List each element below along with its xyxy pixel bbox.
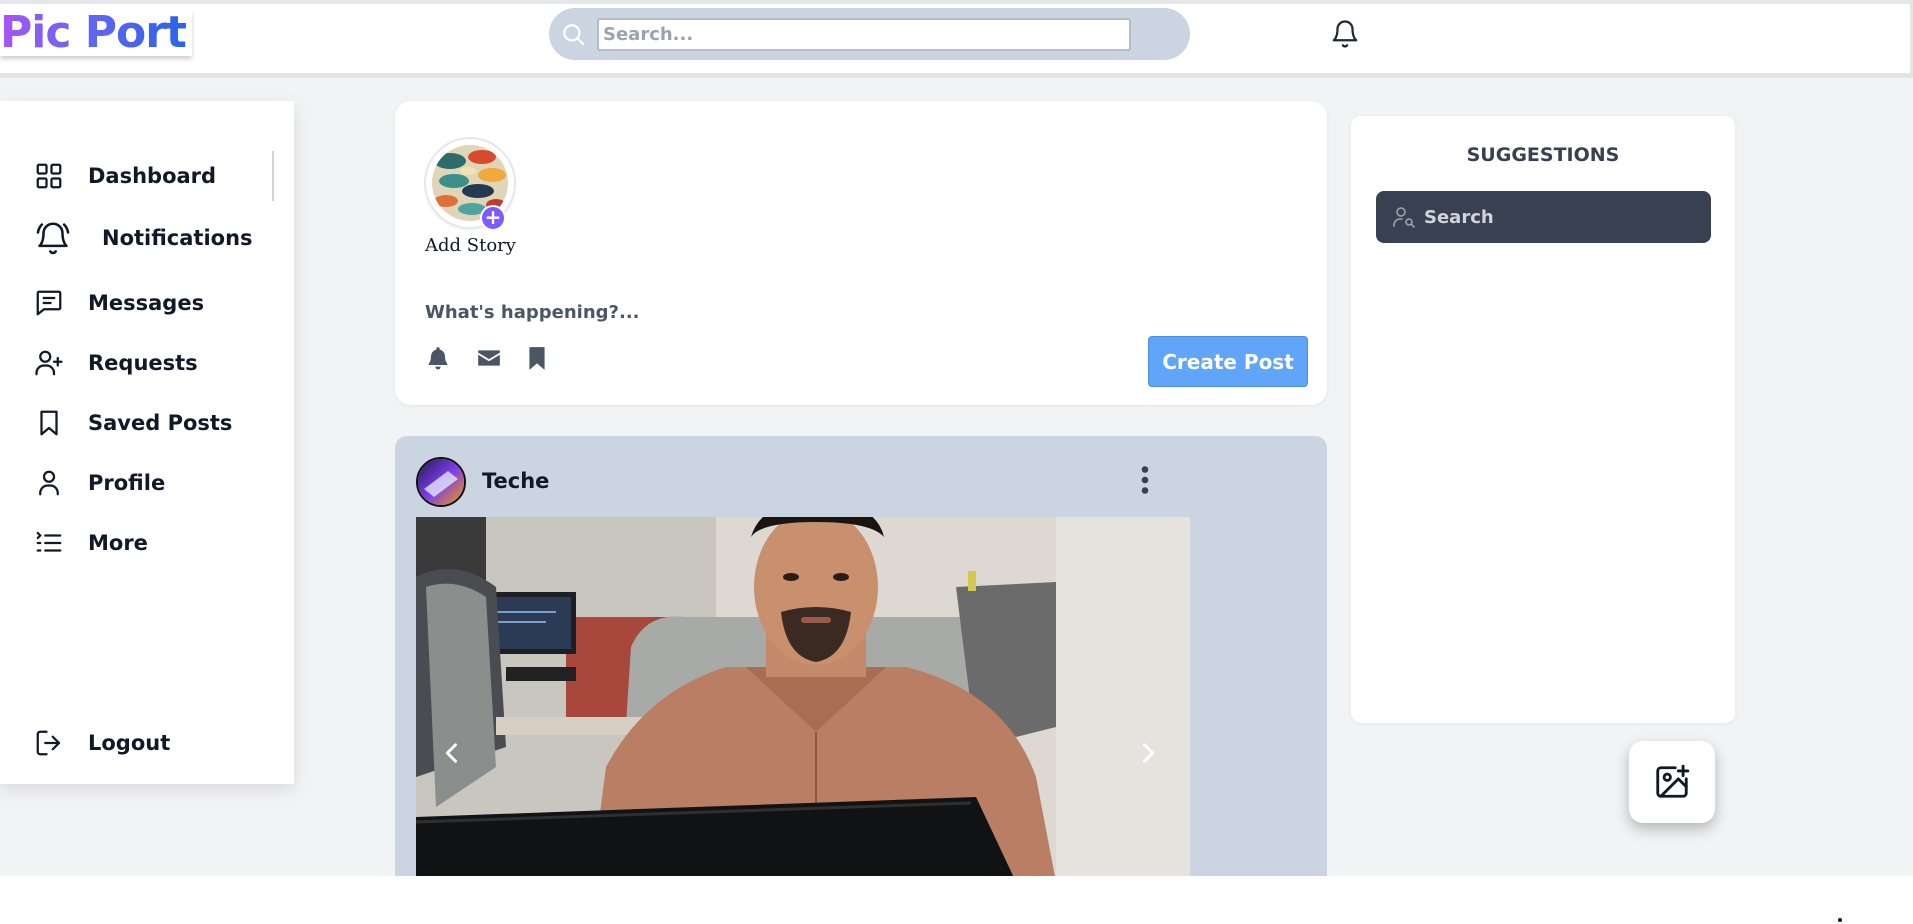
post-composer: + Add Story What's happening?... Create … xyxy=(395,101,1327,405)
post-card: Teche xyxy=(395,436,1327,876)
bookmark-icon xyxy=(40,410,58,436)
add-image-button[interactable] xyxy=(1629,741,1715,823)
sidebar-item-more[interactable]: More xyxy=(34,525,148,561)
bell-ring-icon xyxy=(36,222,70,255)
post-image[interactable] xyxy=(416,517,1190,876)
search-input[interactable] xyxy=(597,18,1131,51)
sidebar-item-messages[interactable]: Messages xyxy=(34,285,204,321)
top-bar: Pic Port xyxy=(0,0,1913,78)
logout-icon xyxy=(36,730,61,756)
suggestions-panel: SUGGESTIONS xyxy=(1351,116,1735,723)
add-story[interactable]: + Add Story xyxy=(425,139,516,256)
suggestions-search-input[interactable] xyxy=(1424,199,1694,235)
user-icon xyxy=(39,470,59,496)
sidebar-item-label: Requests xyxy=(88,351,198,375)
chevron-left-icon[interactable] xyxy=(438,739,466,767)
sidebar-item-logout[interactable]: Logout xyxy=(34,725,170,761)
post-author-name[interactable]: Teche xyxy=(482,469,549,493)
composer-input[interactable]: What's happening?... xyxy=(425,302,640,323)
suggestions-search-bar[interactable] xyxy=(1376,191,1711,243)
message-square-icon xyxy=(36,290,62,316)
sidebar-item-label: Notifications xyxy=(102,226,253,250)
bell-icon[interactable] xyxy=(1330,18,1360,50)
bell-icon[interactable] xyxy=(425,345,451,371)
sidebar-item-label: Dashboard xyxy=(88,164,217,188)
sidebar-item-dashboard[interactable]: Dashboard xyxy=(34,158,216,194)
add-story-label: Add Story xyxy=(425,235,516,256)
envelope-icon[interactable] xyxy=(476,345,502,371)
search-icon xyxy=(563,24,585,46)
sidebar-item-saved-posts[interactable]: Saved Posts xyxy=(34,405,232,441)
sidebar-item-label: More xyxy=(88,531,148,555)
sidebar-item-label: Messages xyxy=(88,291,205,315)
suggestions-title: SUGGESTIONS xyxy=(1466,144,1620,166)
post-author-avatar[interactable] xyxy=(416,457,466,507)
story-avatar[interactable]: + xyxy=(426,139,514,231)
stray-dot xyxy=(1838,918,1842,922)
image-plus-icon xyxy=(1656,764,1690,798)
user-search-icon xyxy=(1393,207,1415,228)
sidebar-item-profile[interactable]: Profile xyxy=(34,465,165,501)
user-plus-icon xyxy=(35,350,63,376)
sidebar-item-label: Saved Posts xyxy=(88,411,233,435)
create-post-button[interactable]: Create Post xyxy=(1148,336,1308,387)
plus-icon[interactable]: + xyxy=(480,205,506,231)
sidebar-item-label: Logout xyxy=(88,731,171,755)
sidebar-item-notifications[interactable]: Notifications xyxy=(34,220,253,256)
chevron-right-icon[interactable] xyxy=(1134,739,1162,767)
bookmark-icon[interactable] xyxy=(524,345,550,371)
top-search-bar[interactable] xyxy=(549,8,1190,60)
sidebar-divider xyxy=(272,151,274,201)
sidebar: Dashboard Notifications Messages Request… xyxy=(0,101,294,784)
more-vertical-icon[interactable] xyxy=(1135,462,1155,498)
grid-icon xyxy=(36,163,62,189)
sidebar-item-requests[interactable]: Requests xyxy=(34,345,198,381)
list-icon xyxy=(36,531,62,552)
app-logo[interactable]: Pic Port xyxy=(0,10,192,56)
sidebar-item-label: Profile xyxy=(88,471,166,495)
